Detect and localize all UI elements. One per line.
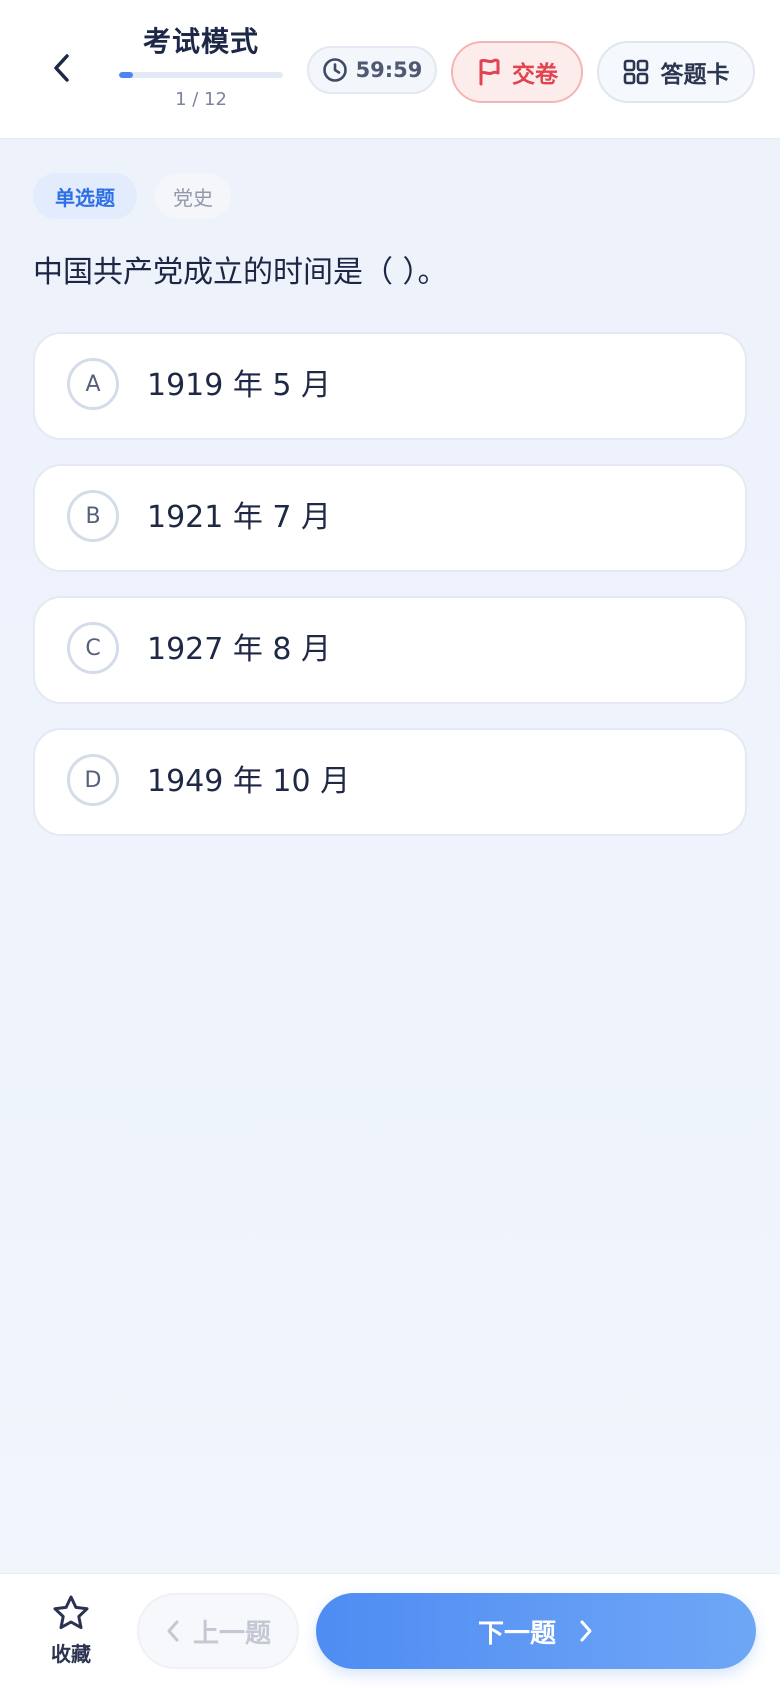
next-question-button[interactable]: 下一题 xyxy=(316,1593,756,1669)
page-title: 考试模式 xyxy=(142,25,259,58)
timer-value: 59:59 xyxy=(355,58,423,82)
next-label: 下一题 xyxy=(477,1618,556,1649)
grid-icon xyxy=(623,59,648,85)
topic-tag: 党史 xyxy=(155,173,231,219)
question-text: 中国共产党成立的时间是（ ）。 xyxy=(33,255,448,290)
flag-icon xyxy=(479,58,500,86)
clock-icon xyxy=(322,58,347,82)
progress-fill xyxy=(119,72,133,78)
option-letter: A xyxy=(67,358,119,410)
chevron-right-icon xyxy=(580,1620,592,1642)
favorite-button[interactable]: 收藏 xyxy=(40,1594,102,1667)
prev-label: 上一题 xyxy=(192,1618,271,1649)
question-type-tag: 单选题 xyxy=(33,173,137,219)
bottom-bar: 收藏 上一题 下一题 xyxy=(0,1574,780,1688)
star-icon xyxy=(53,1595,89,1630)
top-bar: 考试模式 1 / 12 59:59 交卷 答题卡 xyxy=(0,0,780,138)
option-c[interactable]: C 1927 年 8 月 xyxy=(33,596,747,704)
option-text: 1949 年 10 月 xyxy=(147,764,351,799)
option-text: 1921 年 7 月 xyxy=(147,500,332,535)
option-b[interactable]: B 1921 年 7 月 xyxy=(33,464,747,572)
option-text: 1927 年 8 月 xyxy=(147,632,332,667)
progress-bar xyxy=(119,72,283,78)
option-a[interactable]: A 1919 年 5 月 xyxy=(33,332,747,440)
option-letter: D xyxy=(67,754,119,806)
submit-button[interactable]: 交卷 xyxy=(451,41,583,103)
chevron-left-icon xyxy=(167,1620,179,1642)
option-d[interactable]: D 1949 年 10 月 xyxy=(33,728,747,836)
timer: 59:59 xyxy=(307,46,437,94)
answer-card-label: 答题卡 xyxy=(660,62,730,88)
title-block: 考试模式 1 / 12 xyxy=(118,22,284,112)
option-letter: C xyxy=(67,622,119,674)
chevron-left-icon xyxy=(54,54,69,82)
question-counter: 1 / 12 xyxy=(175,89,227,110)
favorite-label: 收藏 xyxy=(51,1642,91,1666)
prev-question-button[interactable]: 上一题 xyxy=(137,1593,299,1669)
answer-card-button[interactable]: 答题卡 xyxy=(597,41,755,103)
option-text: 1919 年 5 月 xyxy=(147,368,332,403)
option-letter: B xyxy=(67,490,119,542)
submit-label: 交卷 xyxy=(512,62,558,88)
back-button[interactable] xyxy=(38,44,86,92)
